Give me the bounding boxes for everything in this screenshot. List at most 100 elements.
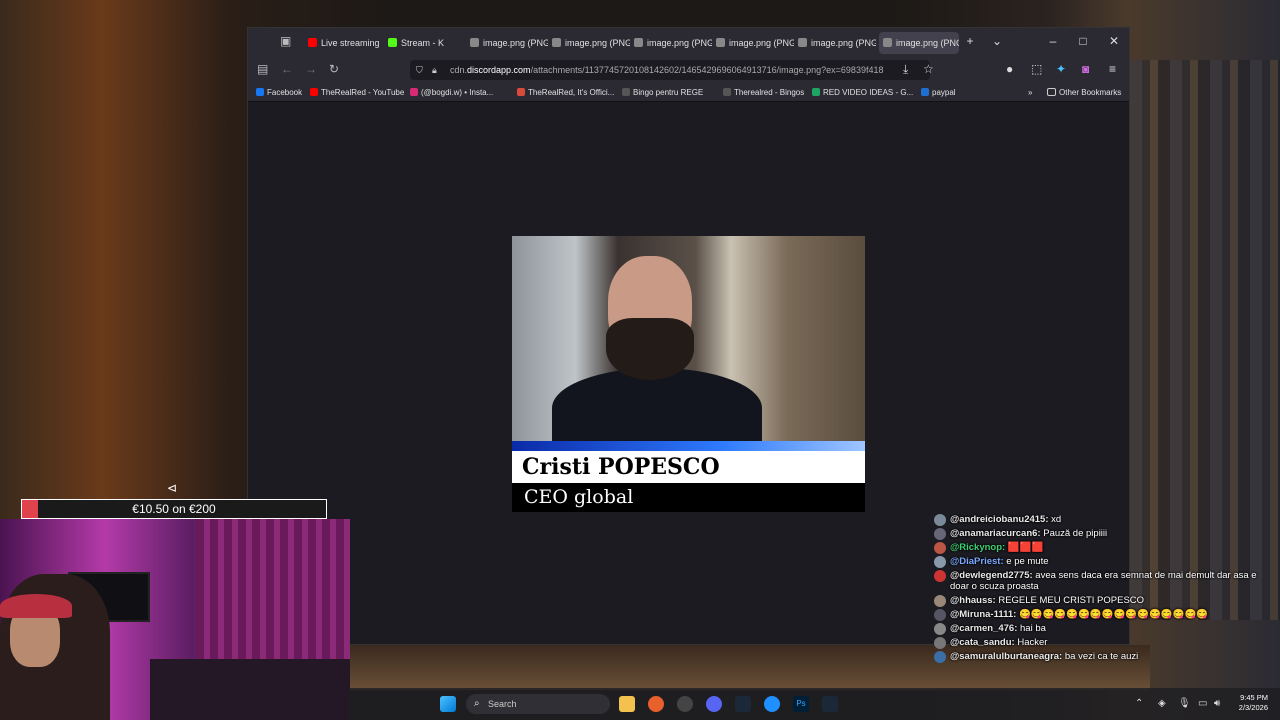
sidebar-icon[interactable]: ▤ bbox=[257, 62, 268, 76]
chat-username: @dewlegend2775: bbox=[950, 570, 1033, 581]
chat-username: @DiaPriest: bbox=[950, 556, 1004, 567]
webcam-couch bbox=[150, 659, 350, 720]
address-bar[interactable]: ⛉ 🔒︎ cdn.discordapp.com/attachments/1137… bbox=[410, 60, 930, 80]
tab-4[interactable]: image.png (PNG In bbox=[552, 32, 630, 54]
bookmark-star-icon[interactable]: ☆ bbox=[923, 62, 934, 76]
file-explorer-icon[interactable] bbox=[619, 696, 635, 712]
back-icon[interactable]: ← bbox=[281, 62, 293, 76]
chat-username: @carmen_476: bbox=[950, 623, 1018, 634]
steam-icon[interactable] bbox=[735, 696, 751, 712]
maximize-button[interactable]: □ bbox=[1075, 34, 1091, 48]
reload-icon[interactable]: ↻ bbox=[329, 62, 339, 76]
app-icon[interactable] bbox=[677, 696, 693, 712]
tab-label: image.png (PNG In bbox=[647, 38, 712, 48]
displayed-image[interactable]: Cristi POPESCO CEO global bbox=[512, 236, 865, 512]
lower-third-stripe bbox=[512, 441, 865, 451]
bookmark-item[interactable]: TheRealRed - YouTube bbox=[310, 86, 404, 99]
bookmarks-bar: Facebook TheRealRed - YouTube (@bogdi.w) •… bbox=[248, 84, 1129, 102]
tab-label: Stream - K bbox=[401, 38, 445, 48]
bookmark-item[interactable]: (@bogdi.w) • Insta... bbox=[410, 86, 493, 99]
account-icon[interactable]: ● bbox=[1006, 62, 1013, 76]
other-bookmarks[interactable]: Other Bookmarks bbox=[1047, 86, 1121, 99]
tab-label: image.png (PNG In bbox=[565, 38, 630, 48]
extensions-icon[interactable]: ⬚ bbox=[1031, 62, 1042, 76]
bookmark-item[interactable]: Therealred - Bingos bbox=[723, 86, 804, 99]
tab-1[interactable]: Live streaming bbox=[308, 32, 386, 54]
new-tab-button[interactable]: + bbox=[962, 34, 978, 48]
photoshop-icon[interactable]: Ps bbox=[793, 696, 809, 712]
bookmark-favicon-icon bbox=[256, 88, 264, 96]
tab-8[interactable]: image.png (PNG✕ bbox=[879, 32, 959, 54]
chat-text: xd bbox=[1051, 514, 1062, 525]
tab-7[interactable]: image.png (PNG In bbox=[798, 32, 876, 54]
tab-list-icon[interactable]: ▣ bbox=[280, 34, 291, 48]
taskbar-search[interactable]: ⌕ Search bbox=[466, 694, 610, 714]
folder-icon bbox=[1047, 88, 1056, 96]
chat-message: @Miruna-1111: 😋😋😋😋😋😋😋😋😋😋😋😋😋😋😋😋 bbox=[932, 609, 1272, 621]
chat-message: @DiaPriest: e pe mute bbox=[932, 556, 1272, 568]
firefox-icon[interactable] bbox=[648, 696, 664, 712]
clock-time: 9:45 PM bbox=[1240, 693, 1268, 702]
chat-avatar-icon bbox=[934, 651, 946, 663]
chat-text: hai ba bbox=[1020, 623, 1046, 634]
webcam-curtain bbox=[196, 519, 350, 669]
tab-2[interactable]: Stream - K bbox=[388, 32, 466, 54]
chat-username: @anamariacurcan6: bbox=[950, 528, 1041, 539]
discord-icon[interactable] bbox=[706, 696, 722, 712]
extension-icon-2[interactable]: ◙ bbox=[1082, 62, 1089, 76]
network-icon[interactable]: ▭ bbox=[1198, 698, 1207, 709]
chat-message: @dewlegend2775: avea sens daca era semna… bbox=[932, 570, 1272, 592]
tab-5[interactable]: image.png (PNG In bbox=[634, 32, 712, 54]
chat-message: @carmen_476: hai ba bbox=[932, 623, 1272, 635]
system-clock[interactable]: 9:45 PM 2/3/2026 bbox=[1239, 693, 1268, 713]
menu-icon[interactable]: ≡ bbox=[1109, 62, 1116, 76]
mouse-cursor-icon: ⊲ bbox=[167, 481, 178, 495]
chat-text: Pauză de pipiiii bbox=[1043, 528, 1108, 539]
bookmark-favicon-icon bbox=[723, 88, 731, 96]
tab-label: image.png (PNG In bbox=[483, 38, 548, 48]
tab-label: image.png (PNG bbox=[896, 38, 959, 48]
minimize-button[interactable]: – bbox=[1045, 34, 1061, 48]
chat-username: @hhauss: bbox=[950, 595, 996, 606]
image-icon bbox=[634, 38, 643, 47]
clock-date: 2/3/2026 bbox=[1238, 703, 1268, 712]
youtube-icon bbox=[308, 38, 317, 47]
navigation-toolbar: ▤ ← → ↻ ⛉ 🔒︎ cdn.discordapp.com/attachme… bbox=[248, 56, 1129, 84]
battlenet-icon[interactable] bbox=[764, 696, 780, 712]
tray-overflow-icon[interactable]: ⌃ bbox=[1135, 698, 1143, 709]
bookmark-item[interactable]: Bingo pentru REGE bbox=[622, 86, 703, 99]
bookmark-item[interactable]: paypal bbox=[921, 86, 956, 99]
chat-avatar-icon bbox=[934, 514, 946, 526]
microphone-icon[interactable]: 🎙︎ bbox=[1178, 698, 1191, 709]
chat-message: @andreiciobanu2415: xd bbox=[932, 514, 1272, 526]
extension-icon[interactable]: ✦ bbox=[1056, 62, 1066, 76]
url-domain: discordapp.com bbox=[467, 65, 531, 75]
chat-message: @samuralulburtaneagra: ba vezi ca te auz… bbox=[932, 651, 1272, 663]
shield-icon[interactable]: ⛉ bbox=[416, 60, 423, 80]
chat-avatar-icon bbox=[934, 570, 946, 582]
bookmark-item[interactable]: Facebook bbox=[256, 86, 302, 99]
url-path: /attachments/1137745720108142602/1465429… bbox=[530, 65, 884, 75]
chat-text: 😋😋😋😋😋😋😋😋😋😋😋😋😋😋😋😋 bbox=[1018, 609, 1209, 620]
bookmarks-overflow-icon[interactable]: » bbox=[1028, 86, 1032, 99]
chat-text: 🟥🟥🟥 bbox=[1007, 542, 1044, 553]
start-windows-icon[interactable] bbox=[440, 696, 456, 712]
bookmark-item[interactable]: RED VIDEO IDEAS - G... bbox=[812, 86, 913, 99]
close-window-button[interactable]: ✕ bbox=[1106, 34, 1122, 48]
bookmark-label: Facebook bbox=[267, 88, 303, 97]
url-prefix: cdn. bbox=[450, 65, 468, 75]
image-icon bbox=[552, 38, 561, 47]
download-page-icon[interactable]: ⤓ bbox=[903, 62, 908, 77]
volume-icon[interactable]: 🔊︎ bbox=[1214, 698, 1220, 709]
chat-username: @Miruna-1111: bbox=[950, 609, 1017, 620]
tab-3[interactable]: image.png (PNG In bbox=[470, 32, 548, 54]
steam-icon-2[interactable] bbox=[822, 696, 838, 712]
forward-icon[interactable]: → bbox=[305, 62, 317, 76]
tray-app-icon[interactable]: ◈ bbox=[1158, 698, 1166, 709]
tab-6[interactable]: image.png (PNG In bbox=[716, 32, 794, 54]
donation-goal-label: €10.50 on €200 bbox=[132, 502, 216, 516]
bookmark-favicon-icon bbox=[517, 88, 525, 96]
bookmark-item[interactable]: TheRealRed, It's Offici... bbox=[517, 86, 614, 99]
tab-overflow-icon[interactable]: ⌄ bbox=[989, 34, 1005, 48]
lock-icon[interactable]: 🔒︎ bbox=[432, 60, 437, 80]
